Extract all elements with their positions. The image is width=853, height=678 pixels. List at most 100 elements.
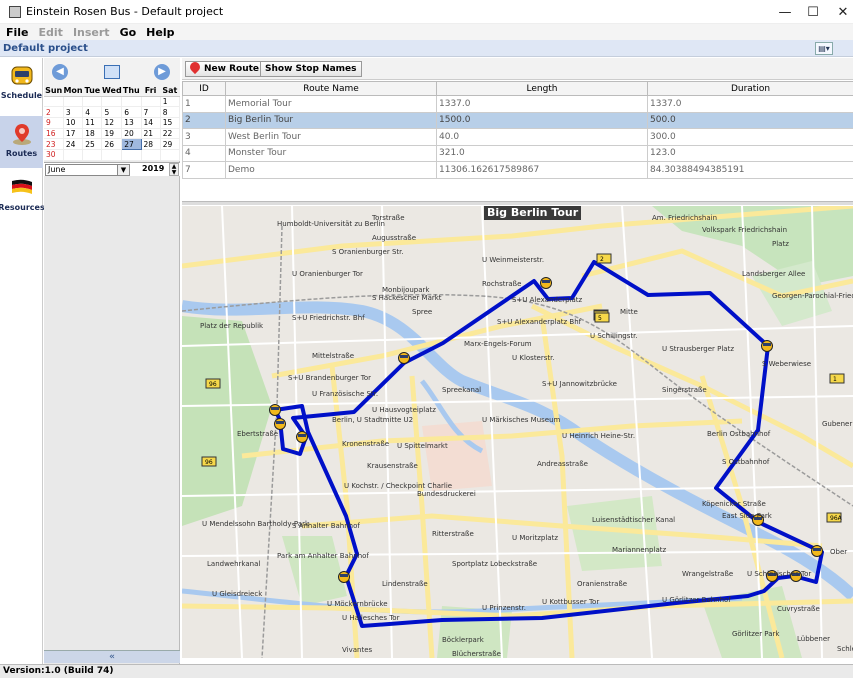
map-label: U Gleisdreieck (212, 590, 263, 598)
collapse-panel-button[interactable]: « (44, 650, 180, 663)
map-route-title: Big Berlin Tour (484, 206, 582, 220)
maximize-button[interactable]: ☐ (796, 0, 830, 24)
road-number: 96A (830, 515, 843, 522)
table-row[interactable]: 7 Demo 11306.162617589867 84.30388494385191 (182, 161, 853, 179)
next-month-icon[interactable]: ▶ (154, 64, 170, 80)
calendar-day[interactable]: 7 (141, 106, 161, 118)
calendar-day[interactable]: 17 (63, 128, 84, 140)
weekday-header: Tue (82, 86, 102, 97)
calendar-grid: Sun Mon Tue Wed Thu Fri Sat 1 2 3 4 5 6 7 8 9 10 11 12 13 1… (44, 86, 181, 161)
calendar-day[interactable]: 19 (101, 128, 123, 140)
menu-edit[interactable]: Edit (35, 26, 67, 39)
previous-month-icon[interactable]: ◀ (52, 64, 68, 80)
menu-file[interactable]: File (2, 26, 33, 39)
calendar-day[interactable]: 3 (63, 106, 84, 118)
split-pane-divider[interactable] (182, 201, 853, 205)
calendar-day[interactable]: 27 (121, 138, 142, 150)
calendar-empty-cell (101, 96, 123, 108)
calendar-day[interactable]: 30 (44, 149, 64, 161)
new-route-button[interactable]: New Route (185, 59, 265, 77)
calendar-day[interactable]: 29 (160, 138, 181, 150)
calendar-empty-cell (121, 96, 142, 108)
nav-routes[interactable]: Routes (0, 116, 43, 168)
bus-stop-icon[interactable] (761, 340, 773, 352)
bus-stop-icon[interactable] (398, 352, 410, 364)
empty-cell (437, 178, 648, 195)
table-row[interactable]: 3 West Berlin Tour 40.0 300.0 (182, 128, 853, 146)
column-header[interactable]: ID (182, 81, 226, 96)
page-dropdown-icon[interactable]: ▤▾ (815, 42, 833, 55)
table-row[interactable]: 1 Memorial Tour 1337.0 1337.0 (182, 95, 853, 113)
today-icon[interactable] (104, 65, 120, 79)
new-route-label: New Route (204, 64, 260, 74)
road-number: 96 (209, 381, 217, 388)
nav-resources[interactable]: Resources (0, 170, 45, 222)
weekday-header: Mon (63, 86, 83, 97)
menu-insert[interactable]: Insert (69, 26, 114, 39)
map-label: Volkspark Friedrichshain (702, 226, 787, 234)
calendar-day[interactable]: 23 (44, 138, 64, 150)
calendar-day[interactable]: 24 (63, 138, 84, 150)
map-label: Mariannenplatz (612, 546, 666, 554)
calendar-day[interactable]: 6 (121, 106, 142, 118)
show-stop-names-button[interactable]: Show Stop Names (260, 61, 362, 77)
nav-schedule[interactable]: Schedule (0, 58, 43, 110)
calendar-day[interactable]: 2 (44, 106, 64, 118)
map-label: U Görlitzer Bahnhof (662, 596, 731, 604)
calendar-day[interactable]: 8 (160, 106, 181, 118)
menu-go[interactable]: Go (116, 26, 141, 39)
calendar-day[interactable]: 16 (44, 128, 64, 140)
map-label: S+U Alexanderplatz (512, 296, 582, 304)
column-header[interactable]: Route Name (225, 81, 437, 96)
calendar-day[interactable]: 4 (82, 106, 103, 118)
calendar-day[interactable]: 9 (44, 117, 64, 129)
calendar-day[interactable]: 21 (141, 128, 161, 140)
calendar-day[interactable]: 12 (101, 117, 123, 129)
bus-stop-icon[interactable] (274, 418, 286, 430)
table-row[interactable]: 2 Big Berlin Tour 1500.0 500.0 (182, 111, 853, 129)
map-label: U Strausberger Platz (662, 345, 734, 353)
month-select[interactable]: June ▼ (45, 164, 130, 176)
calendar-day[interactable]: 18 (82, 128, 103, 140)
calendar-day[interactable]: 13 (121, 117, 142, 129)
table-row[interactable]: 4 Monster Tour 321.0 123.0 (182, 144, 853, 162)
calendar-day[interactable]: 25 (82, 138, 103, 150)
calendar-day[interactable]: 1 (160, 96, 181, 108)
bus-stop-icon[interactable] (296, 431, 308, 443)
menu-help[interactable]: Help (142, 26, 178, 39)
map-canvas[interactable]: TorstraßeHumboldt-Universität zu BerlinS… (182, 206, 853, 658)
chevron-down-icon[interactable]: ▼ (117, 165, 129, 175)
map-label: Landwehrkanal (207, 560, 260, 568)
nav-resources-label: Resources (0, 203, 45, 212)
route-map[interactable]: Torstraße Humboldt-Universität zu Berlin S… (182, 206, 853, 658)
calendar-day[interactable]: 20 (121, 128, 142, 140)
year-spinner[interactable]: ▲ ▼ (169, 163, 179, 176)
calendar-day[interactable]: 22 (160, 128, 181, 140)
map-label: S+U Brandenburger Tor (288, 374, 371, 382)
column-header[interactable]: Duration (647, 81, 853, 96)
calendar-day[interactable]: 28 (141, 138, 161, 150)
map-label: U Möckernbrücke (327, 600, 388, 608)
close-button[interactable]: ✕ (826, 0, 853, 24)
german-flag-icon (11, 179, 32, 194)
table-cell: 1337.0 (436, 95, 648, 113)
calendar-day[interactable]: 14 (141, 117, 161, 129)
calendar-day[interactable]: 15 (160, 117, 181, 129)
road-number: 1 (833, 376, 837, 383)
bus-stop-icon[interactable] (269, 404, 281, 416)
calendar-day[interactable]: 11 (82, 117, 103, 129)
column-header[interactable]: Length (436, 81, 648, 96)
map-label: U Heinrich Heine-Str. (562, 432, 635, 440)
table-cell: 4 (182, 144, 226, 162)
calendar-panel: ◀ ▶ Sun Mon Tue Wed Thu Fri Sat 1 2 3 4 5 6 7 8 9 10 11 1… (44, 58, 181, 664)
map-label: U Kottbusser Tor (542, 598, 599, 606)
year-field[interactable]: 2019 (142, 164, 164, 173)
map-label: U Kochstr. / Checkpoint Charlie (344, 482, 452, 490)
calendar-day[interactable]: 5 (101, 106, 123, 118)
calendar-day[interactable]: 10 (63, 117, 84, 129)
bus-stop-icon[interactable] (811, 545, 823, 557)
bus-stop-icon[interactable] (338, 571, 350, 583)
bus-stop-icon[interactable] (540, 277, 552, 289)
calendar-day[interactable]: 26 (101, 138, 123, 150)
road-number: 96 (205, 459, 213, 466)
